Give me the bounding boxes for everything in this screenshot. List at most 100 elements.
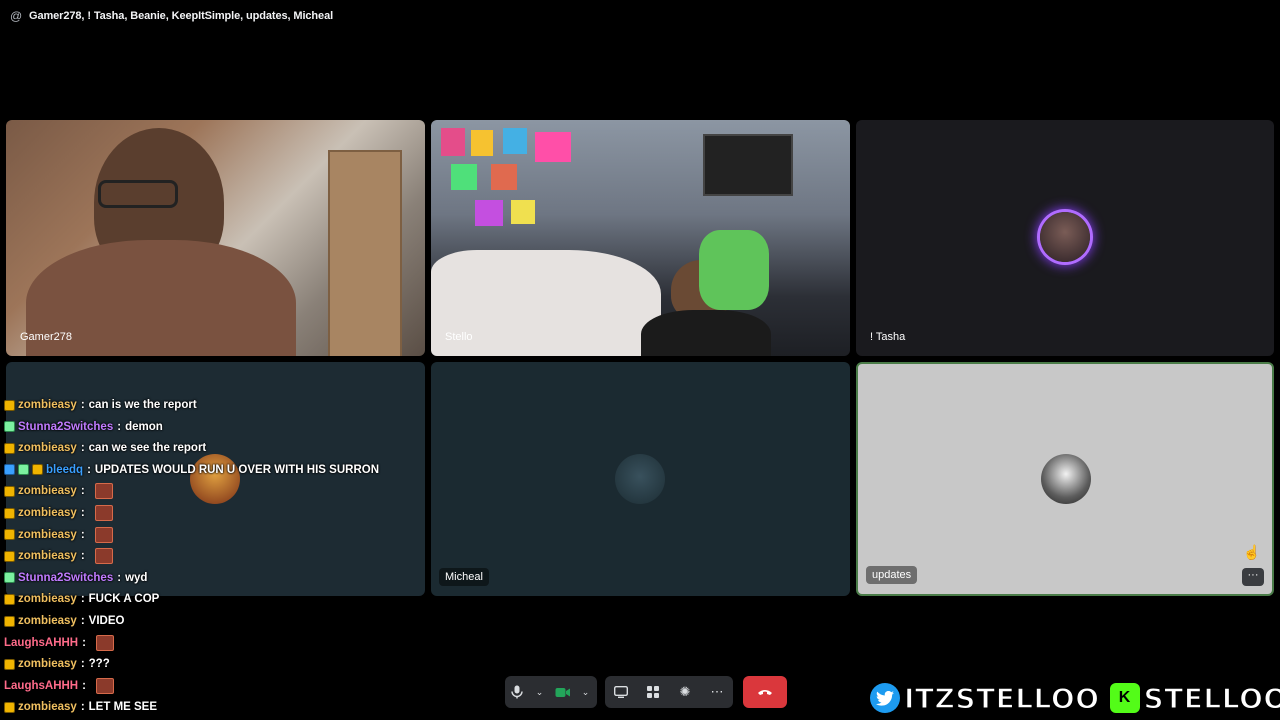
chat-separator: : [80, 615, 85, 627]
chat-badge-icon [4, 529, 15, 541]
chat-message: bleedq: UPDATES WOULD RUN U OVER WITH HIS… [4, 460, 379, 480]
chat-badge-icon [4, 658, 15, 670]
kick-icon: K [1109, 683, 1140, 713]
kick-handle: STELLOOO [1143, 681, 1280, 716]
chat-badge-icon [4, 615, 15, 627]
chat-username: zombieasy [18, 593, 77, 606]
chat-username: zombieasy [18, 399, 77, 411]
video-tile-micheal[interactable]: Micheal [431, 362, 850, 596]
chat-username: zombieasy [18, 485, 77, 498]
green-shirt [699, 230, 769, 310]
chevron-down-icon[interactable]: ⌄ [529, 681, 551, 703]
chat-message: LaughsAHHH: [4, 676, 114, 696]
video-tile-stello[interactable]: Stello [431, 120, 850, 356]
chat-username: bleedq [46, 463, 84, 476]
chat-message: zombieasy: LET ME SEE [4, 697, 157, 717]
emote-icon [95, 634, 114, 651]
chat-badge-icon [4, 464, 15, 476]
tile-label: Gamer278 [20, 331, 72, 343]
activities-icon[interactable] [642, 681, 664, 703]
poster [475, 200, 503, 226]
chat-username: zombieasy [18, 528, 77, 541]
chat-username: LaughsAHHH [4, 679, 79, 692]
chat-separator: : [80, 593, 85, 606]
chat-username: zombieasy [18, 615, 77, 627]
chat-separator: : [82, 679, 86, 692]
tile-more-button[interactable]: ··· [1242, 568, 1264, 586]
chat-text: FUCK A COP [88, 593, 160, 606]
chat-username: zombieasy [18, 550, 77, 563]
chat-message: zombieasy: VIDEO [4, 611, 124, 631]
call-actions: ✺ ⋯ [605, 676, 733, 708]
emote-icon [94, 526, 113, 543]
chat-text: can we see the report [88, 442, 207, 455]
voice-controls: ⌄ ⌄ [505, 676, 597, 708]
hand-cursor-icon: ☝ [1243, 544, 1261, 560]
video-tile-gamer278[interactable]: Gamer278 [6, 120, 425, 356]
emote-icon [94, 548, 113, 565]
chat-separator: : [80, 442, 85, 455]
chat-message: zombieasy: [4, 546, 113, 566]
chat-message: zombieasy: [4, 525, 113, 545]
background-dresser [328, 150, 402, 356]
more-icon[interactable]: ⋯ [706, 681, 728, 703]
chat-badge-icon [4, 572, 15, 584]
chat-separator: : [80, 528, 85, 541]
chat-message: zombieasy: can we see the report [4, 438, 206, 458]
chat-separator: : [80, 701, 85, 714]
poster [511, 200, 535, 224]
chat-badge-icon [4, 421, 15, 433]
camera-icon[interactable] [552, 681, 574, 703]
chat-badge-icon [4, 485, 15, 497]
chat-text: VIDEO [88, 615, 125, 627]
chat-badge-icon [4, 399, 15, 411]
poster [471, 130, 493, 156]
chat-message: LaughsAHHH: [4, 633, 114, 653]
chat-text: demon [125, 420, 163, 433]
emote-icon [94, 483, 113, 500]
chat-badge-icon [4, 507, 15, 519]
chat-username: Stunna2Switches [18, 571, 114, 584]
poster [491, 164, 517, 190]
chat-message: Stunna2Switches: demon [4, 417, 163, 437]
poster [503, 128, 527, 154]
chevron-down-icon[interactable]: ⌄ [575, 681, 597, 703]
avatar [1040, 212, 1090, 262]
chat-badge-icon [4, 442, 15, 454]
chat-separator: : [80, 485, 85, 498]
chat-separator: : [80, 399, 85, 411]
microphone-icon[interactable] [506, 681, 528, 703]
screen-share-icon[interactable] [610, 681, 632, 703]
top-bar: @ Gamer278, ! Tasha, Beanie, KeepItSimpl… [0, 0, 1280, 32]
chat-badge-icon [32, 464, 43, 476]
chat-separator: : [80, 550, 85, 563]
hangup-icon [758, 690, 772, 695]
chat-text: UPDATES WOULD RUN U OVER WITH HIS SURRON [94, 463, 379, 476]
chat-message: zombieasy: FUCK A COP [4, 589, 159, 609]
chat-text: can is we the report [88, 399, 197, 411]
chat-message: zombieasy: [4, 481, 113, 501]
chat-username: zombieasy [18, 442, 77, 455]
chat-separator: : [80, 507, 85, 519]
chat-username: Stunna2Switches [18, 420, 114, 433]
video-tile-tasha[interactable]: ! Tasha [856, 120, 1274, 356]
at-icon: @ [10, 9, 23, 23]
hangup-button[interactable] [743, 676, 787, 708]
avatar [1041, 454, 1091, 504]
soundboard-icon[interactable]: ✺ [674, 681, 696, 703]
tile-label: updates [866, 566, 918, 584]
person-body [641, 310, 771, 356]
chat-text: ??? [88, 658, 110, 671]
emote-icon [94, 505, 113, 521]
chat-message: zombieasy: can is we the report [4, 395, 197, 415]
chat-username: zombieasy [18, 701, 77, 714]
video-tile-updates[interactable]: updates ··· [856, 362, 1274, 596]
avatar [615, 454, 665, 504]
emote-icon [95, 677, 114, 694]
poster [535, 132, 571, 162]
poster [441, 128, 465, 156]
chat-badge-icon [4, 701, 15, 713]
chat-message: zombieasy: [4, 503, 113, 523]
poster [451, 164, 477, 190]
chat-separator: : [117, 420, 122, 433]
